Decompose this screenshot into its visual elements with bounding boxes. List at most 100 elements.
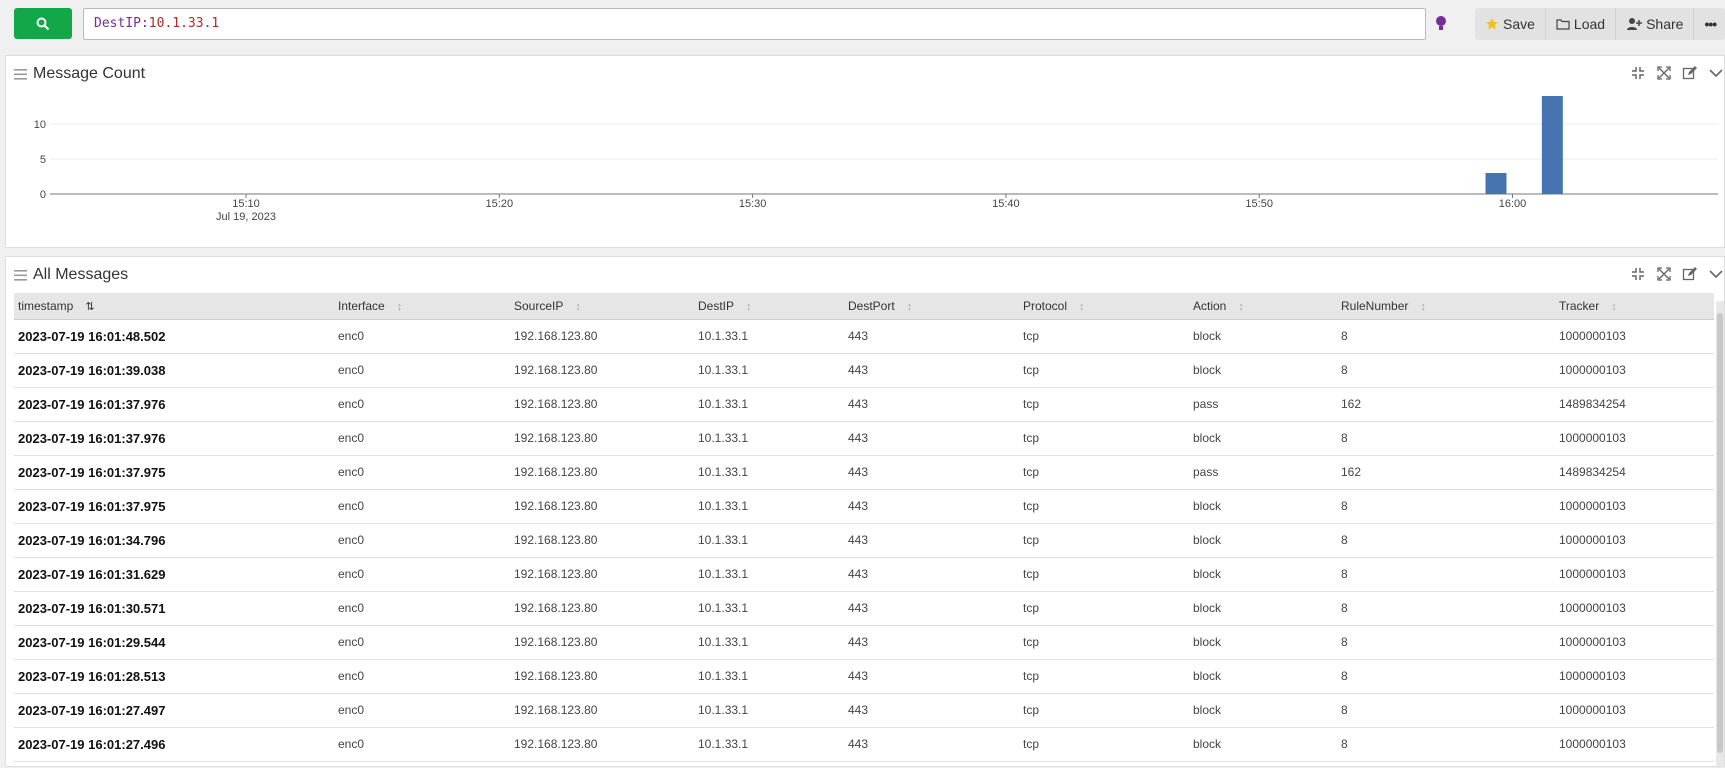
table-row[interactable]: 2023-07-19 16:01:29.544 enc0 192.168.123.8… <box>14 625 1714 660</box>
save-button[interactable]: Save <box>1475 8 1546 40</box>
more-button[interactable]: ••• <box>1694 8 1725 40</box>
cell-sourceip: 192.168.123.80 <box>510 489 694 524</box>
drag-handle-icon[interactable] <box>14 270 27 281</box>
table-row[interactable]: 2023-07-19 16:01:27.496 enc0 192.168.123.8… <box>14 727 1714 762</box>
column-header-label: DestPort <box>848 298 895 313</box>
cell-action: block <box>1189 523 1337 558</box>
cell-protocol: tcp <box>1019 489 1189 524</box>
cell-action: block <box>1189 659 1337 694</box>
sort-icon[interactable]: ↕ <box>1079 301 1085 313</box>
cell-sourceip: 192.168.123.80 <box>510 353 694 388</box>
edit-icon[interactable] <box>1682 266 1698 282</box>
share-button[interactable]: Share <box>1616 8 1695 40</box>
sort-icon[interactable]: ↕ <box>746 301 752 313</box>
table-row[interactable]: 2023-07-19 16:01:28.513 enc0 192.168.123.8… <box>14 659 1714 694</box>
column-header-label: timestamp <box>18 298 74 313</box>
cell-sourceip: 192.168.123.80 <box>510 421 694 456</box>
user-plus-icon <box>1627 18 1643 30</box>
x-tick-label: 15:30 <box>739 198 767 210</box>
cell-destip: 10.1.33.1 <box>694 591 844 626</box>
column-header-interface[interactable]: Interface ↕ <box>334 293 510 320</box>
message-count-panel: Message Count 0 5 10 15:10 15:20 15:30 15:40 15… <box>5 55 1725 248</box>
table-row[interactable]: 2023-07-19 16:01:37.975 enc0 192.168.123.8… <box>14 489 1714 524</box>
column-header-label: Protocol <box>1023 298 1068 313</box>
x-tick-label: 15:50 <box>1245 198 1273 210</box>
cell-sourceip: 192.168.123.80 <box>510 625 694 660</box>
cell-action: block <box>1189 727 1337 762</box>
cell-action: block <box>1189 557 1337 592</box>
sort-icon[interactable]: ↕ <box>397 301 403 313</box>
cell-sourceip: 192.168.123.80 <box>510 591 694 626</box>
cell-protocol: tcp <box>1019 523 1189 558</box>
x-tick-label: 15:10 <box>232 198 260 210</box>
bar <box>1541 96 1563 194</box>
search-icon <box>36 17 50 30</box>
minimize-icon[interactable] <box>1630 266 1646 282</box>
table-row[interactable]: 2023-07-19 16:01:37.976 enc0 192.168.123.8… <box>14 387 1714 422</box>
cell-destport: 443 <box>844 557 1019 592</box>
cell-interface: enc0 <box>334 693 510 728</box>
table-row[interactable]: 2023-07-19 16:01:48.502 enc0 192.168.123.8… <box>14 319 1714 354</box>
cell-rulenumber: 8 <box>1337 659 1555 694</box>
cell-tracker: 1000000103 <box>1555 523 1714 558</box>
vertical-scrollbar[interactable] <box>1716 301 1724 768</box>
sort-icon[interactable]: ↕ <box>1611 301 1617 313</box>
cell-sourceip: 192.168.123.80 <box>510 659 694 694</box>
column-header-label: Action <box>1193 298 1227 313</box>
cell-action: block <box>1189 319 1337 354</box>
sort-icon[interactable]: ↕ <box>1238 301 1244 313</box>
more-icon: ••• <box>1704 16 1717 32</box>
sort-icon[interactable]: ⇅ <box>85 301 94 313</box>
cell-rulenumber: 8 <box>1337 353 1555 388</box>
table-row[interactable]: 2023-07-19 16:01:39.038 enc0 192.168.123.8… <box>14 353 1714 388</box>
cell-protocol: tcp <box>1019 727 1189 762</box>
panel-title: All Messages <box>33 266 129 283</box>
scrollbar-thumb[interactable] <box>1717 313 1723 753</box>
column-header-protocol[interactable]: Protocol ↕ <box>1019 293 1189 320</box>
table-row[interactable]: 2023-07-19 16:01:34.796 enc0 192.168.123.8… <box>14 523 1714 558</box>
column-header-destip[interactable]: DestIP ↕ <box>694 293 844 320</box>
table-row[interactable]: 2023-07-19 16:01:37.976 enc0 192.168.123.8… <box>14 421 1714 456</box>
sort-icon[interactable]: ↕ <box>1420 301 1426 313</box>
cell-protocol: tcp <box>1019 421 1189 456</box>
cell-destport: 443 <box>844 319 1019 354</box>
column-header-destport[interactable]: DestPort ↕ <box>844 293 1019 320</box>
table-row[interactable]: 2023-07-19 16:01:30.571 enc0 192.168.123.8… <box>14 591 1714 626</box>
table-row[interactable]: 2023-07-19 16:01:27.497 enc0 192.168.123.8… <box>14 693 1714 728</box>
cell-sourceip: 192.168.123.80 <box>510 557 694 592</box>
sort-icon[interactable]: ↕ <box>575 301 581 313</box>
toolbar: DestIP:10.1.33.1 Save Load Share ••• <box>0 0 1725 50</box>
column-header-tracker[interactable]: Tracker ↕ <box>1555 293 1714 320</box>
share-label: Share <box>1646 16 1684 32</box>
cell-destport: 443 <box>844 727 1019 762</box>
all-messages-panel: All Messages timestamp ⇅ Interface ↕ SourceI… <box>5 256 1725 768</box>
lightbulb-icon[interactable] <box>1434 14 1448 32</box>
sort-icon[interactable]: ↕ <box>907 301 913 313</box>
cell-tracker: 1000000103 <box>1555 557 1714 592</box>
cell-protocol: tcp <box>1019 387 1189 422</box>
cell-destport: 443 <box>844 659 1019 694</box>
cell-interface: enc0 <box>334 659 510 694</box>
column-header-sourceip[interactable]: SourceIP ↕ <box>510 293 694 320</box>
column-header-timestamp[interactable]: timestamp ⇅ <box>14 293 334 320</box>
column-header-rulenumber[interactable]: RuleNumber ↕ <box>1337 293 1555 320</box>
cell-destip: 10.1.33.1 <box>694 387 844 422</box>
cell-timestamp: 2023-07-19 16:01:37.976 <box>14 387 334 422</box>
cell-tracker: 1489834254 <box>1555 455 1714 490</box>
table-row[interactable]: 2023-07-19 16:01:37.975 enc0 192.168.123.8… <box>14 455 1714 490</box>
cell-action: pass <box>1189 387 1337 422</box>
search-input[interactable]: DestIP:10.1.33.1 <box>83 8 1426 40</box>
maximize-icon[interactable] <box>1656 266 1672 282</box>
cell-sourceip: 192.168.123.80 <box>510 523 694 558</box>
cell-destport: 443 <box>844 693 1019 728</box>
cell-tracker: 1000000103 <box>1555 591 1714 626</box>
search-button[interactable] <box>14 8 72 39</box>
cell-tracker: 1000000103 <box>1555 353 1714 388</box>
column-header-action[interactable]: Action ↕ <box>1189 293 1337 320</box>
chevron-down-icon[interactable] <box>1708 266 1724 282</box>
load-button[interactable]: Load <box>1546 8 1617 40</box>
column-header-label: Interface <box>338 298 385 313</box>
cell-action: pass <box>1189 455 1337 490</box>
table-row[interactable]: 2023-07-19 16:01:31.629 enc0 192.168.123.8… <box>14 557 1714 592</box>
cell-tracker: 1000000103 <box>1555 421 1714 456</box>
